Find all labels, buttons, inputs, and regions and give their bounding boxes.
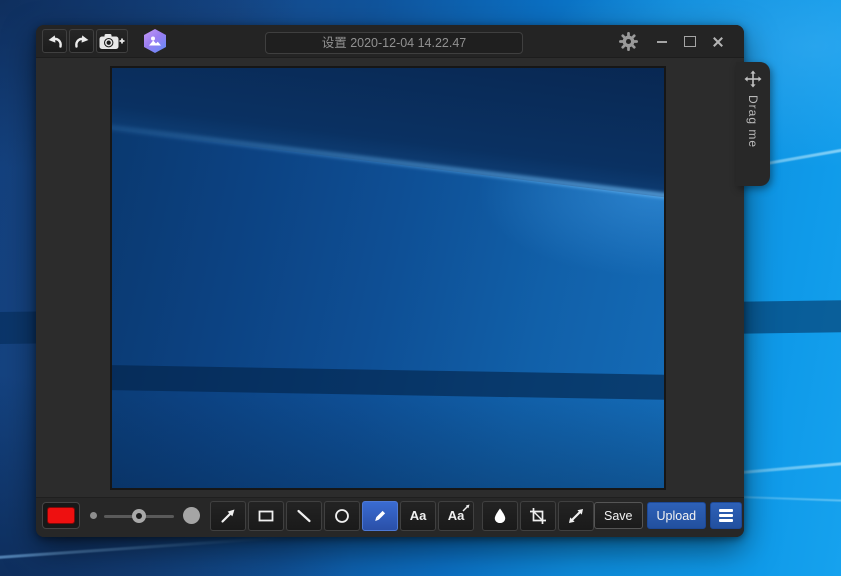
tool-group-effects	[482, 501, 594, 531]
small-arrow-icon	[462, 504, 470, 512]
redo-button[interactable]	[69, 29, 94, 53]
ellipse-tool-button[interactable]	[324, 501, 360, 531]
tool-group-shapes	[210, 501, 398, 531]
move-icon	[744, 70, 762, 88]
drag-handle-tab[interactable]: Drag me	[736, 62, 770, 186]
size-large-dot	[183, 507, 200, 524]
ellipse-icon	[333, 507, 351, 525]
color-picker-button[interactable]	[42, 502, 80, 529]
size-small-dot	[90, 512, 97, 519]
settings-button[interactable]	[614, 29, 642, 55]
screenshot-editor-window: Drag me	[36, 25, 744, 537]
rectangle-tool-button[interactable]	[248, 501, 284, 531]
hamburger-icon	[719, 509, 733, 522]
blur-tool-button[interactable]	[482, 501, 518, 531]
undo-icon	[46, 34, 64, 49]
minimize-icon	[657, 41, 667, 43]
close-button[interactable]	[704, 29, 732, 55]
text-arrow-tool-button[interactable]: Aa	[438, 501, 474, 531]
wallpaper-light-beam	[0, 536, 290, 560]
text-tool-button[interactable]: Aa	[400, 501, 436, 531]
window-controls	[614, 25, 732, 58]
canvas-image-dark-band	[110, 365, 666, 400]
app-logo-button[interactable]	[144, 29, 166, 53]
crop-tool-button[interactable]	[520, 501, 556, 531]
save-button[interactable]: Save	[594, 502, 643, 529]
camera-plus-icon	[99, 33, 125, 50]
gear-icon	[618, 31, 639, 52]
pencil-icon	[371, 507, 389, 525]
new-capture-button[interactable]	[96, 29, 128, 53]
text-tool-label: Aa	[410, 508, 427, 523]
line-icon	[295, 507, 313, 525]
menu-button[interactable]	[710, 502, 742, 529]
rectangle-icon	[257, 507, 275, 525]
titlebar: 设置 2020-12-04 14.22.47	[36, 25, 744, 58]
current-color-swatch	[47, 507, 75, 524]
droplet-icon	[491, 507, 509, 525]
close-icon	[712, 36, 724, 48]
filename-input[interactable]: 设置 2020-12-04 14.22.47	[265, 32, 523, 54]
arrow-icon	[219, 507, 237, 525]
editing-canvas[interactable]	[110, 66, 666, 490]
upload-button[interactable]: Upload	[647, 502, 707, 529]
image-logo-icon	[148, 34, 162, 48]
pen-tool-button[interactable]	[362, 501, 398, 531]
minimize-button[interactable]	[648, 29, 676, 55]
drag-tab-label: Drag me	[746, 95, 760, 148]
maximize-icon	[684, 36, 696, 47]
crop-icon	[529, 507, 547, 525]
slider-handle[interactable]	[132, 509, 146, 523]
tool-group-text: Aa Aa	[400, 501, 474, 531]
bottom-toolbar: Aa Aa	[36, 497, 744, 537]
undo-button[interactable]	[42, 29, 67, 53]
line-tool-button[interactable]	[286, 501, 322, 531]
resize-tool-button[interactable]	[558, 501, 594, 531]
arrow-tool-button[interactable]	[210, 501, 246, 531]
redo-icon	[73, 34, 91, 49]
maximize-button[interactable]	[676, 29, 704, 55]
stroke-size-slider[interactable]	[104, 508, 174, 524]
resize-diagonal-icon	[567, 507, 585, 525]
